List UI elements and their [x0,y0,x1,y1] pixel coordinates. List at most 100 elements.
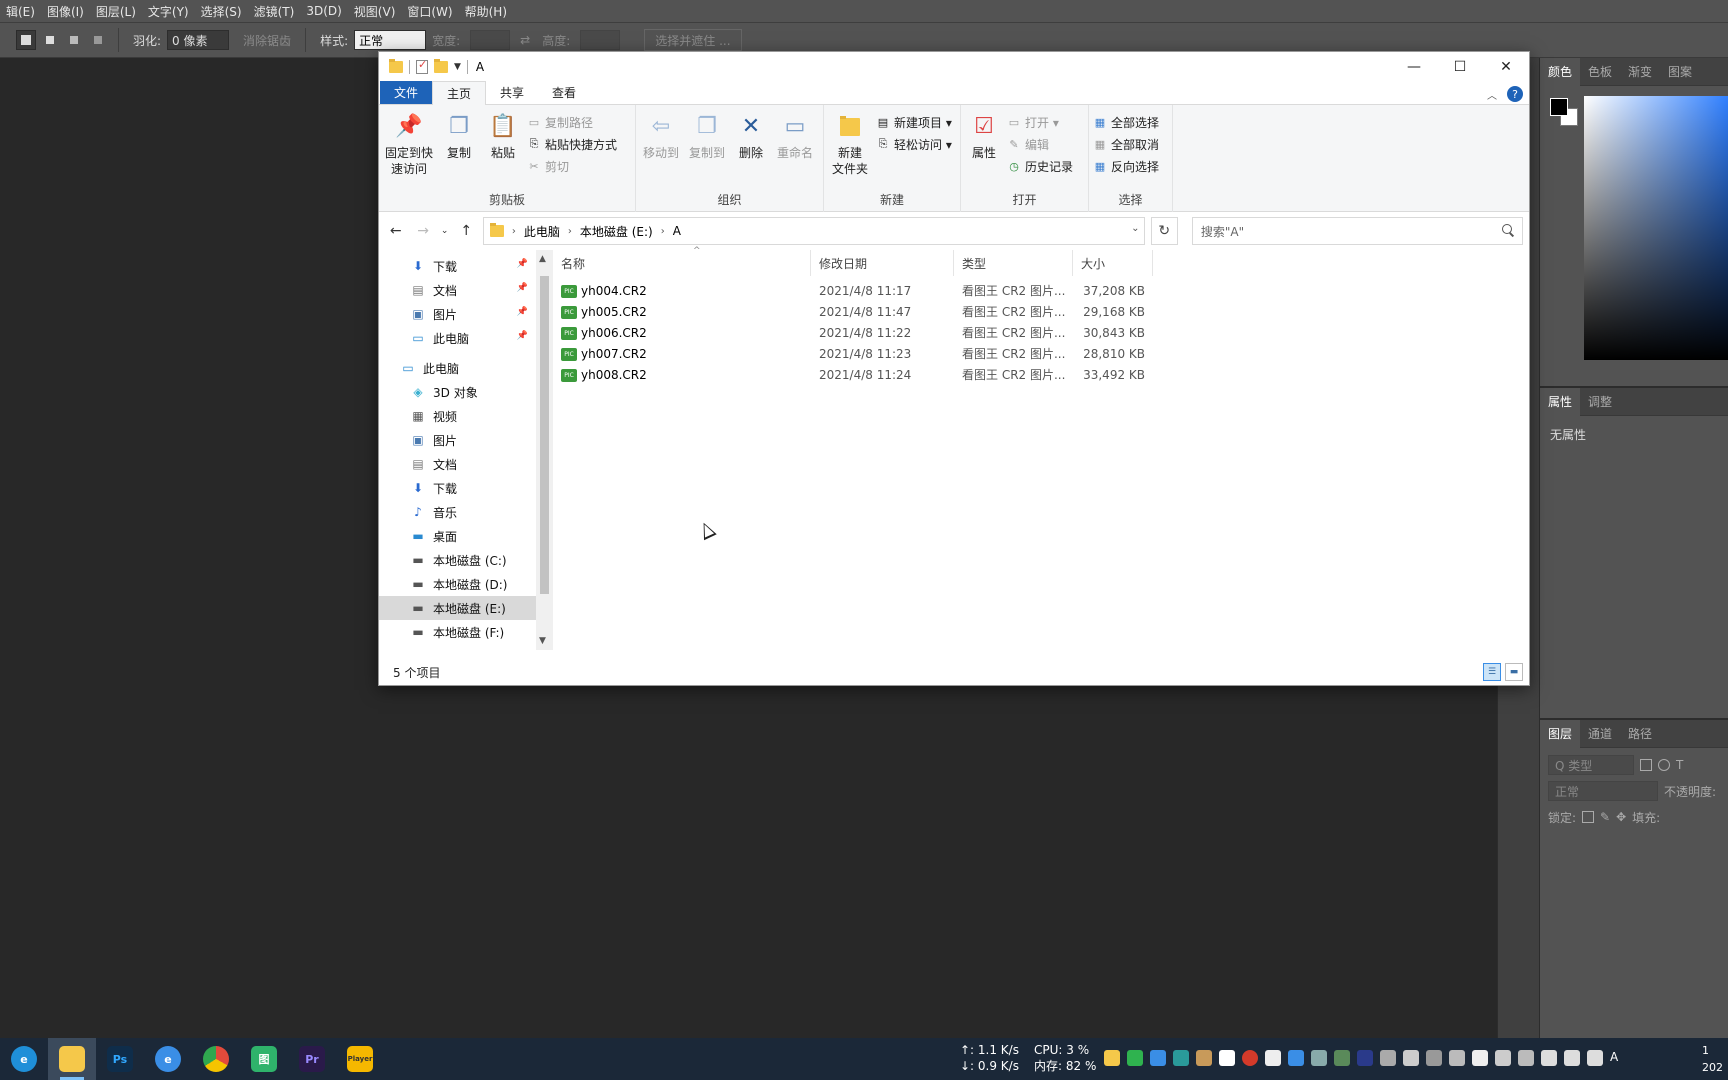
tray-doc-icon[interactable] [1219,1050,1235,1066]
menu-select[interactable]: 选择(S) [195,3,248,20]
menu-3d[interactable]: 3D(D) [300,4,347,18]
close-icon[interactable]: ✕ [1483,52,1529,82]
subtract-selection-icon[interactable] [64,30,84,50]
maximize-icon[interactable]: ☐ [1437,52,1483,82]
lock-pixels-icon[interactable] [1582,811,1595,823]
nav-documents[interactable]: ▤ 文档 [379,452,536,476]
tray-wps-icon[interactable] [1334,1050,1350,1066]
copy-path-button[interactable]: ▭ 复制路径 [527,113,617,131]
nav-3d-objects[interactable]: ◈ 3D 对象 [379,380,536,404]
nav-videos[interactable]: ▦ 视频 [379,404,536,428]
address-dropdown-icon[interactable]: ⌄ [1131,223,1139,234]
filter-type-icon[interactable]: T [1676,758,1683,772]
tray-ime-icon[interactable]: A [1610,1050,1626,1066]
nav-desktop[interactable]: ▬ 桌面 [379,524,536,548]
breadcrumb-folder-a[interactable]: A [673,224,681,238]
nav-quick-documents[interactable]: ▤ 文档 📌 [379,278,536,302]
nav-quick-downloads[interactable]: ⬇ 下载 📌 [379,254,536,278]
tab-gradients[interactable]: 渐变 [1620,63,1660,80]
tray-app-icon[interactable] [1173,1050,1189,1066]
taskbar-image-viewer[interactable]: 图 [240,1038,288,1080]
tab-patterns[interactable]: 图案 [1660,63,1700,80]
nav-drive-f[interactable]: ▬ 本地磁盘 (F:) [379,620,536,644]
tab-layers[interactable]: 图层 [1540,719,1581,748]
nav-scrollbar[interactable]: ▲ ▼ [536,250,553,650]
menu-filter[interactable]: 滤镜(T) [248,3,301,20]
tray-battery-icon[interactable] [1518,1050,1534,1066]
easy-access-button[interactable]: ⎘ 轻松访问 ▾ [876,135,952,153]
tab-color[interactable]: 颜色 [1540,57,1581,86]
scroll-up-icon[interactable]: ▲ [539,254,546,264]
taskbar-file-explorer[interactable] [48,1038,96,1080]
details-view-icon[interactable]: ☰ [1483,663,1501,681]
tray-folder-icon[interactable] [1104,1050,1120,1066]
tray-notion-icon[interactable] [1265,1050,1281,1066]
clock[interactable]: 1 202 [1702,1042,1723,1076]
new-item-button[interactable]: ▤ 新建项目 ▾ [876,113,952,131]
recent-locations-icon[interactable]: ⌄ [440,226,450,236]
layer-kind-filter[interactable]: Q 类型 [1548,755,1634,775]
breadcrumb-drive-e[interactable]: 本地磁盘 (E:) [580,223,653,240]
feather-input[interactable]: 0 像素 [167,30,230,50]
menu-type[interactable]: 文字(Y) [142,3,195,20]
tab-channels[interactable]: 通道 [1580,725,1620,742]
taskbar-edge[interactable]: e [0,1038,48,1080]
menu-view[interactable]: 视图(V) [348,3,402,20]
nav-drive-e[interactable]: ▬ 本地磁盘 (E:) [379,596,536,620]
back-arrow-icon[interactable]: ← [385,223,406,239]
antialias-checkbox[interactable]: 消除锯齿 [243,32,291,49]
cut-button[interactable]: ✂ 剪切 [527,157,617,175]
style-select[interactable]: 正常 [354,30,427,50]
scroll-thumb[interactable] [540,276,549,594]
column-name[interactable]: 名称 [553,250,811,276]
tray-wechat-icon[interactable] [1127,1050,1143,1066]
column-date[interactable]: 修改日期 [811,250,954,276]
tray-misc-icon[interactable] [1311,1050,1327,1066]
tray-record-icon[interactable] [1242,1050,1258,1066]
tray-shield-icon[interactable] [1449,1050,1465,1066]
up-arrow-icon[interactable]: ↑ [456,223,477,239]
tray-grid-icon[interactable] [1380,1050,1396,1066]
menu-window[interactable]: 窗口(W) [401,3,458,20]
lock-paint-icon[interactable]: ✎ [1600,810,1610,824]
tray-wifi-icon[interactable] [1564,1050,1580,1066]
open-button[interactable]: ▭ 打开 ▾ [1007,113,1073,131]
blend-mode-select[interactable]: 正常 [1548,781,1658,801]
nav-quick-pictures[interactable]: ▣ 图片 📌 [379,302,536,326]
taskbar-browser[interactable]: e [144,1038,192,1080]
edit-button[interactable]: ✎ 编辑 [1007,135,1073,153]
tray-b-icon[interactable] [1426,1050,1442,1066]
refresh-icon[interactable]: ↻ [1150,217,1178,245]
nav-drive-c[interactable]: ▬ 本地磁盘 (C:) [379,548,536,572]
select-and-mask-button[interactable]: 选择并遮住 ... [644,29,742,51]
taskbar-photoshop[interactable]: Ps [96,1038,144,1080]
search-input[interactable]: 搜索"A" [1191,217,1523,245]
file-row[interactable]: PIC yh004.CR2 2021/4/8 11:17 看图王 CR2 图片..… [553,280,1529,301]
taskbar-premiere[interactable]: Pr [288,1038,336,1080]
tray-cloud-icon[interactable] [1288,1050,1304,1066]
column-size[interactable]: 大小 [1073,250,1153,276]
select-all-button[interactable]: ▦ 全部选择 [1093,113,1159,131]
file-row[interactable]: PIC yh007.CR2 2021/4/8 11:23 看图王 CR2 图片..… [553,343,1529,364]
scroll-down-icon[interactable]: ▼ [539,636,546,646]
large-icons-view-icon[interactable]: ▬ [1505,663,1523,681]
help-icon[interactable]: ? [1507,86,1523,102]
history-button[interactable]: ◷ 历史记录 [1007,157,1073,175]
tray-ff-icon[interactable] [1357,1050,1373,1066]
column-type[interactable]: 类型 [954,250,1073,276]
select-none-button[interactable]: ▦ 全部取消 [1093,135,1159,153]
tab-properties[interactable]: 属性 [1540,387,1581,416]
nav-quick-this-pc[interactable]: ▭ 此电脑 📌 [379,326,536,350]
lock-move-icon[interactable]: ✥ [1616,810,1626,824]
tray-settings-icon[interactable] [1403,1050,1419,1066]
menu-layer[interactable]: 图层(L) [90,3,142,20]
file-row[interactable]: PIC yh005.CR2 2021/4/8 11:47 看图王 CR2 图片..… [553,301,1529,322]
collapse-ribbon-icon[interactable]: ︿ [1487,87,1497,102]
taskbar-chrome[interactable] [192,1038,240,1080]
nav-music[interactable]: ♪ 音乐 [379,500,536,524]
filter-adjust-icon[interactable] [1658,759,1670,771]
taskbar-player[interactable]: Player [336,1038,384,1080]
tray-mic-icon[interactable] [1541,1050,1557,1066]
tab-adjustments[interactable]: 调整 [1580,393,1620,410]
menu-image[interactable]: 图像(I) [41,3,90,20]
